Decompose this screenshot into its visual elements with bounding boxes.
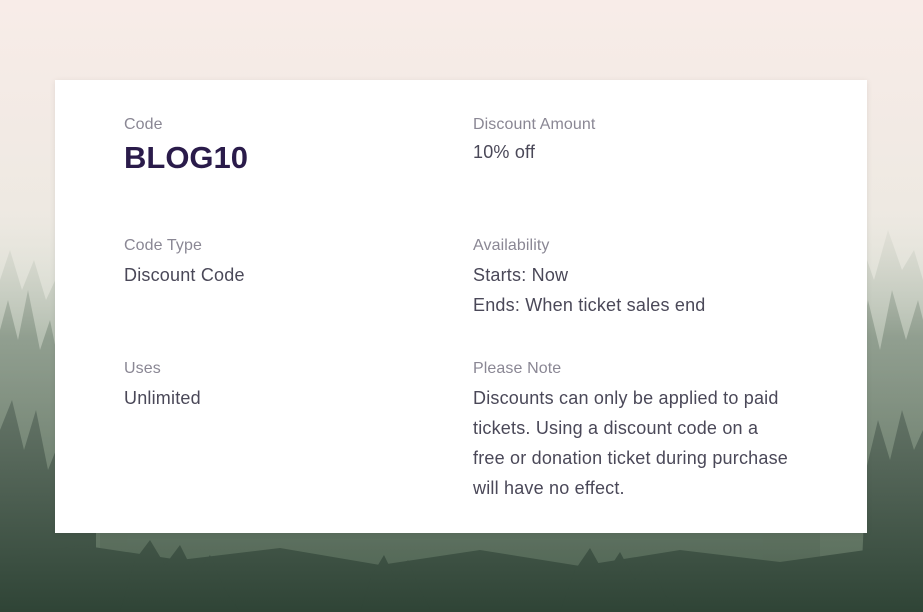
please-note-field: Please Note Discounts can only be applie… [473, 359, 793, 503]
availability-starts: Starts: Now [473, 265, 569, 285]
code-type-label: Code Type [124, 237, 202, 254]
background-scene: Code BLOG10 Discount Amount 10% off Code… [0, 0, 923, 612]
code-value: BLOG10 [124, 140, 249, 175]
availability-ends: Ends: When ticket sales end [473, 295, 706, 315]
discount-details-card: Code BLOG10 Discount Amount 10% off Code… [55, 80, 867, 533]
please-note-label: Please Note [473, 360, 562, 377]
availability-field: Availability Starts: Now Ends: When tick… [473, 236, 706, 320]
discount-amount-field: Discount Amount 10% off [473, 115, 595, 167]
code-type-field: Code Type Discount Code [124, 236, 245, 290]
uses-field: Uses Unlimited [124, 359, 201, 413]
please-note-text: Discounts can only be applied to paid ti… [473, 388, 788, 498]
discount-amount-label: Discount Amount [473, 116, 596, 133]
code-field: Code BLOG10 [124, 115, 248, 176]
availability-label: Availability [473, 237, 550, 254]
uses-value: Unlimited [124, 388, 201, 408]
discount-amount-value: 10% off [473, 142, 536, 162]
uses-label: Uses [124, 360, 161, 377]
code-type-value: Discount Code [124, 265, 245, 285]
code-label: Code [124, 116, 163, 133]
